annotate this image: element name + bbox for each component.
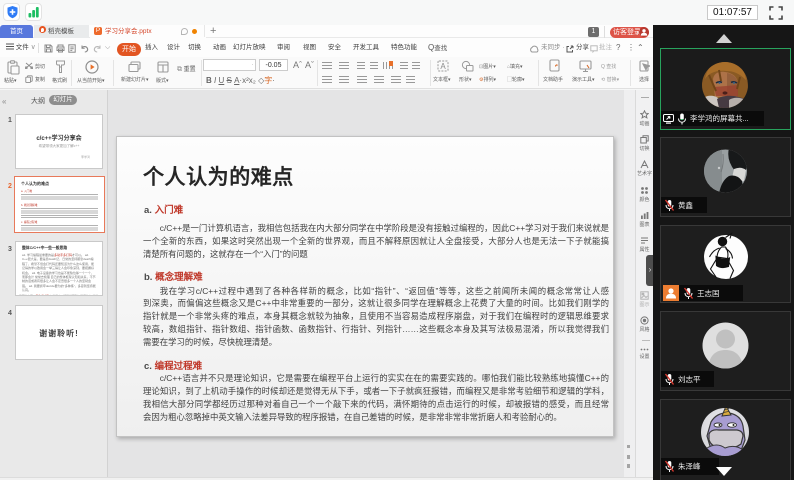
svg-text:A: A bbox=[440, 62, 446, 71]
